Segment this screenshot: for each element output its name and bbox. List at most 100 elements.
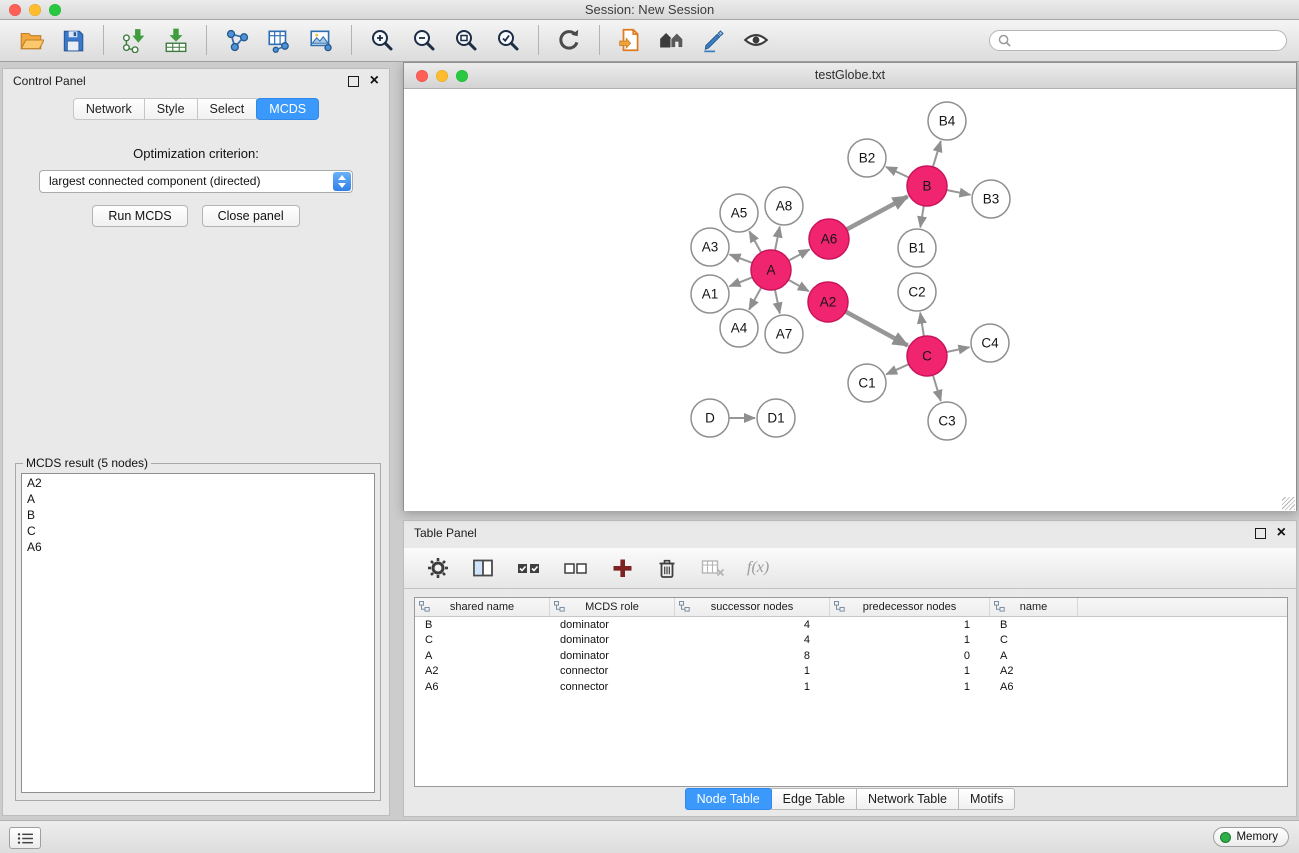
open-session-button[interactable]	[14, 23, 48, 57]
graph-edge-A-A2[interactable]	[788, 280, 808, 291]
criterion-dropdown[interactable]: largest connected component (directed)	[39, 170, 353, 193]
result-item[interactable]: A2	[27, 475, 369, 491]
graph-node-B2[interactable]: B2	[848, 139, 886, 177]
result-item[interactable]: B	[27, 507, 369, 523]
zoom-view-icon[interactable]	[456, 70, 468, 82]
graph-edge-B-B2[interactable]	[886, 167, 909, 178]
graph-edge-A-A5[interactable]	[749, 231, 761, 252]
minimize-window-icon[interactable]	[29, 4, 41, 16]
delete-column-icon[interactable]	[655, 556, 679, 580]
graph-edge-B-B3[interactable]	[947, 190, 971, 195]
zoom-window-icon[interactable]	[49, 4, 61, 16]
resize-grip[interactable]	[1282, 497, 1295, 510]
tab-motifs[interactable]: Motifs	[958, 788, 1015, 810]
gear-icon[interactable]	[426, 556, 450, 580]
close-table-panel-icon[interactable]: ×	[1277, 527, 1286, 539]
zoom-in-button[interactable]	[365, 23, 399, 57]
graph-edge-C-C1[interactable]	[886, 364, 909, 374]
graph-node-A6[interactable]: A6	[809, 219, 849, 259]
graph-edge-A-A4[interactable]	[749, 288, 761, 310]
export-image-button[interactable]	[304, 23, 338, 57]
column-header-mcds-role[interactable]: MCDS role	[550, 598, 675, 616]
result-item[interactable]: A6	[27, 539, 369, 555]
graph-edge-A-A8[interactable]	[775, 227, 780, 251]
show-columns-icon[interactable]	[471, 556, 495, 580]
mcds-result-list[interactable]: A2ABCA6	[21, 473, 375, 793]
column-header-predecessor-nodes[interactable]: predecessor nodes	[830, 598, 990, 616]
graph-edge-A-A3[interactable]	[730, 254, 753, 263]
delete-table-icon[interactable]	[700, 556, 726, 580]
result-item[interactable]: A	[27, 491, 369, 507]
run-mcds-button[interactable]: Run MCDS	[92, 205, 187, 227]
zoom-fit-button[interactable]	[449, 23, 483, 57]
graph-edge-B-B1[interactable]	[920, 206, 924, 228]
graph-node-B[interactable]: B	[907, 166, 947, 206]
graph-edge-C-C2[interactable]	[920, 313, 924, 337]
table-row[interactable]: Cdominator41C	[415, 633, 1287, 649]
tab-style[interactable]: Style	[144, 98, 198, 120]
graph-edge-C-C3[interactable]	[933, 375, 941, 401]
zoom-selected-button[interactable]	[491, 23, 525, 57]
add-column-icon[interactable]	[610, 556, 634, 580]
home-button[interactable]	[655, 23, 689, 57]
export-network-button[interactable]	[220, 23, 254, 57]
graph-edge-B-B4[interactable]	[933, 141, 941, 167]
float-panel-icon[interactable]	[348, 76, 359, 87]
table-row[interactable]: Adominator80A	[415, 648, 1287, 664]
graph-node-A1[interactable]: A1	[691, 275, 729, 313]
zoom-out-button[interactable]	[407, 23, 441, 57]
tab-edge-table[interactable]: Edge Table	[771, 788, 857, 810]
graph-node-C4[interactable]: C4	[971, 324, 1009, 362]
graph-node-A7[interactable]: A7	[765, 315, 803, 353]
graph-node-D[interactable]: D	[691, 399, 729, 437]
graph-edge-A-A1[interactable]	[730, 277, 753, 286]
graph-node-C2[interactable]: C2	[898, 273, 936, 311]
graph-edge-A2-C[interactable]	[846, 312, 908, 346]
select-all-icon[interactable]	[516, 556, 542, 580]
unselect-all-icon[interactable]	[563, 556, 589, 580]
graph-node-B3[interactable]: B3	[972, 180, 1010, 218]
apply-layout-button[interactable]	[552, 23, 586, 57]
import-network-file-button[interactable]	[117, 23, 151, 57]
graph-node-C1[interactable]: C1	[848, 364, 886, 402]
table-row[interactable]: A6connector11A6	[415, 679, 1287, 695]
column-header-shared-name[interactable]: shared name	[415, 598, 550, 616]
close-panel-button[interactable]: Close panel	[202, 205, 300, 227]
show-details-button[interactable]	[739, 23, 773, 57]
float-table-panel-icon[interactable]	[1255, 528, 1266, 539]
column-header-name[interactable]: name	[990, 598, 1078, 616]
graph-edge-A6-B[interactable]	[847, 197, 908, 230]
graph-node-B4[interactable]: B4	[928, 102, 966, 140]
network-window-titlebar[interactable]: testGlobe.txt	[404, 63, 1296, 89]
export-table-button[interactable]	[262, 23, 296, 57]
annotations-button[interactable]	[697, 23, 731, 57]
search-input[interactable]	[1016, 32, 1278, 48]
table-row[interactable]: Bdominator41B	[415, 617, 1287, 633]
graph-node-A2[interactable]: A2	[808, 282, 848, 322]
function-builder-button[interactable]: f(x)	[747, 559, 769, 577]
tab-network-table[interactable]: Network Table	[856, 788, 959, 810]
graph-node-D1[interactable]: D1	[757, 399, 795, 437]
graph-node-A3[interactable]: A3	[691, 228, 729, 266]
import-table-file-button[interactable]	[159, 23, 193, 57]
save-session-button[interactable]	[56, 23, 90, 57]
tab-mcds[interactable]: MCDS	[256, 98, 319, 120]
tab-network[interactable]: Network	[73, 98, 145, 120]
graph-edge-A-A7[interactable]	[775, 290, 780, 314]
tab-select[interactable]: Select	[197, 98, 258, 120]
graph-node-C[interactable]: C	[907, 336, 947, 376]
table-row[interactable]: A2connector11A2	[415, 664, 1287, 680]
graph-edge-C-C4[interactable]	[947, 347, 970, 352]
memory-button[interactable]: Memory	[1213, 827, 1289, 847]
tab-node-table[interactable]: Node Table	[685, 788, 772, 810]
close-view-icon[interactable]	[416, 70, 428, 82]
open-document-button[interactable]	[613, 23, 647, 57]
graph-node-A5[interactable]: A5	[720, 194, 758, 232]
close-window-icon[interactable]	[9, 4, 21, 16]
graph-node-A[interactable]: A	[751, 250, 791, 290]
minimize-view-icon[interactable]	[436, 70, 448, 82]
graph-node-A4[interactable]: A4	[720, 309, 758, 347]
graph-node-A8[interactable]: A8	[765, 187, 803, 225]
graph-node-C3[interactable]: C3	[928, 402, 966, 440]
task-history-button[interactable]	[9, 827, 41, 849]
